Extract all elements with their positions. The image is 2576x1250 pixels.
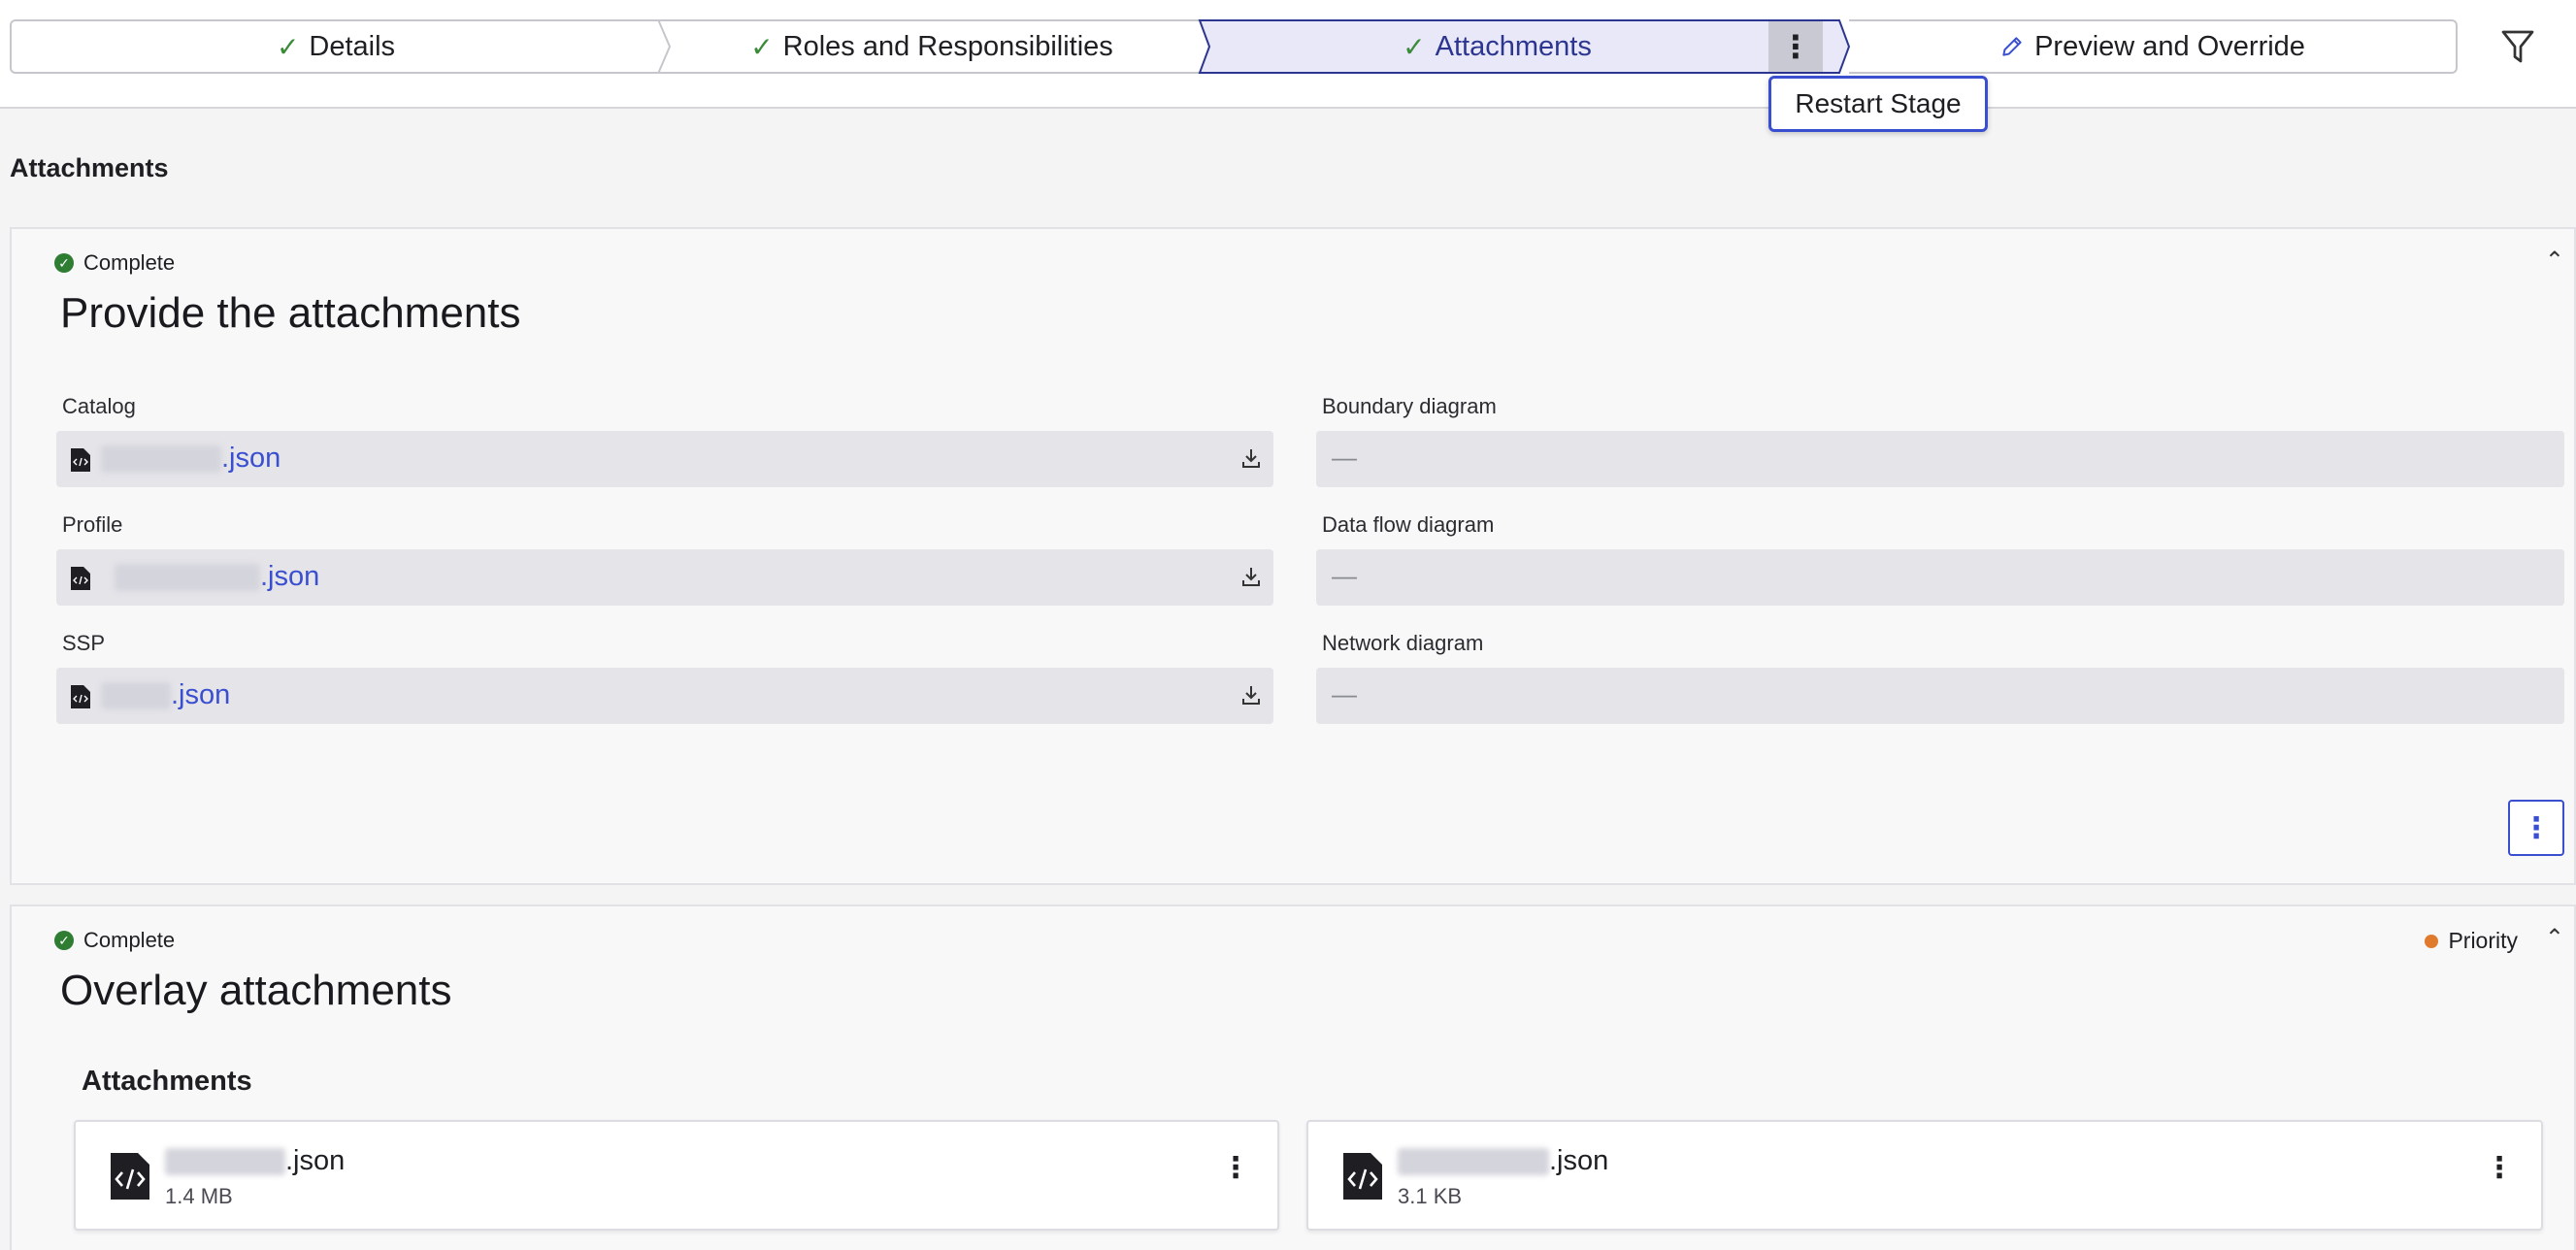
file-extension: .json	[285, 1145, 346, 1176]
step-label: Attachments	[1435, 30, 1592, 62]
attachment-size: 3.1 KB	[1398, 1184, 1463, 1208]
priority-dot-icon	[2425, 934, 2439, 948]
redacted-filename	[101, 681, 171, 709]
file-code-icon	[71, 685, 90, 708]
panel-title: Overlay attachments	[60, 967, 452, 1014]
chevron-up-icon[interactable]: ⌃	[2545, 924, 2564, 952]
network-diagram-field: —	[1316, 668, 2564, 724]
profile-field: .json	[56, 549, 1273, 606]
provide-attachments-panel: ✓ Complete ⌃ Provide the attachments Cat…	[10, 227, 2576, 885]
status-complete-icon: ✓	[54, 253, 74, 273]
boundary-diagram-field: —	[1316, 431, 2564, 487]
step-roles-and-responsibilities[interactable]: ✓ Roles and Responsibilities	[660, 19, 1204, 74]
redacted-filename	[165, 1147, 285, 1175]
status-badge: ✓ Complete	[54, 250, 175, 276]
pencil-icon	[2002, 37, 2022, 56]
status-label: Complete	[83, 928, 176, 952]
download-icon[interactable]	[1240, 446, 1262, 470]
data-flow-diagram-field: —	[1316, 549, 2564, 606]
ssp-file-link[interactable]: .json	[101, 679, 230, 711]
step-label: Preview and Override	[2034, 30, 2305, 62]
redacted-filename	[1398, 1147, 1549, 1175]
status-badge: ✓ Complete	[54, 928, 175, 953]
file-extension: .json	[171, 679, 231, 710]
file-extension: .json	[260, 561, 320, 592]
file-code-icon	[1343, 1153, 1382, 1200]
attachment-name: .json	[1398, 1145, 1608, 1177]
network-diagram-label: Network diagram	[1322, 631, 1484, 655]
attachment-card[interactable]: .json 1.4 MB ⋮	[74, 1120, 1279, 1231]
panel-title: Provide the attachments	[60, 289, 521, 337]
status-label: Complete	[83, 250, 176, 275]
catalog-file-link[interactable]: .json	[101, 443, 281, 475]
attachment-card[interactable]: .json 3.1 KB ⋮	[1306, 1120, 2543, 1231]
download-icon[interactable]	[1240, 565, 1262, 588]
download-icon[interactable]	[1240, 683, 1262, 707]
catalog-label: Catalog	[62, 394, 136, 418]
check-icon: ✓	[1403, 31, 1426, 62]
chevron-up-icon[interactable]: ⌃	[2545, 247, 2564, 275]
file-code-icon	[111, 1153, 149, 1200]
boundary-diagram-label: Boundary diagram	[1322, 394, 1497, 418]
file-extension: .json	[1549, 1145, 1609, 1176]
step-options-kebab-button[interactable]: ⋮	[1768, 21, 1823, 72]
attachment-name: .json	[165, 1145, 345, 1177]
priority-badge: Priority	[2425, 928, 2518, 954]
file-code-icon	[71, 448, 90, 472]
profile-label: Profile	[62, 512, 123, 537]
stage-stepper: ✓ Details ✓ Roles and Responsibilities ✓…	[10, 19, 2458, 74]
filter-icon[interactable]	[2500, 27, 2535, 66]
attachment-size: 1.4 MB	[165, 1184, 233, 1208]
data-flow-diagram-label: Data flow diagram	[1322, 512, 1495, 537]
page-title: Attachments	[10, 153, 169, 182]
profile-file-link[interactable]: .json	[115, 561, 319, 593]
ssp-label: SSP	[62, 631, 106, 655]
attachment-kebab-icon[interactable]: ⋮	[1221, 1151, 1250, 1185]
step-preview-and-override[interactable]: Preview and Override	[1849, 19, 2458, 74]
status-complete-icon: ✓	[54, 931, 74, 950]
attachments-subheading: Attachments	[82, 1066, 252, 1097]
stage-stepper-bar: ✓ Details ✓ Roles and Responsibilities ✓…	[0, 0, 2576, 109]
empty-value: —	[1332, 679, 1357, 708]
restart-stage-menu-item[interactable]: Restart Stage	[1768, 76, 1988, 132]
step-attachments[interactable]: ✓ Attachments	[1204, 19, 1849, 74]
priority-label: Priority	[2448, 928, 2518, 953]
panel-options-kebab-button[interactable]: ⋮	[2508, 800, 2564, 856]
overlay-attachments-panel: ✓ Complete Priority ⌃ Overlay attachment…	[10, 905, 2576, 1250]
ssp-field: .json	[56, 668, 1273, 724]
redacted-filename	[101, 444, 221, 473]
catalog-field: .json	[56, 431, 1273, 487]
step-label: Details	[309, 30, 396, 62]
redacted-filename	[115, 563, 260, 591]
empty-value: —	[1332, 443, 1357, 472]
empty-value: —	[1332, 561, 1357, 590]
file-code-icon	[71, 567, 90, 590]
attachment-kebab-icon[interactable]: ⋮	[2485, 1151, 2514, 1185]
check-icon: ✓	[276, 31, 300, 62]
file-extension: .json	[221, 443, 281, 474]
step-details[interactable]: ✓ Details	[10, 19, 660, 74]
step-label: Roles and Responsibilities	[782, 30, 1113, 62]
check-icon: ✓	[750, 31, 774, 62]
